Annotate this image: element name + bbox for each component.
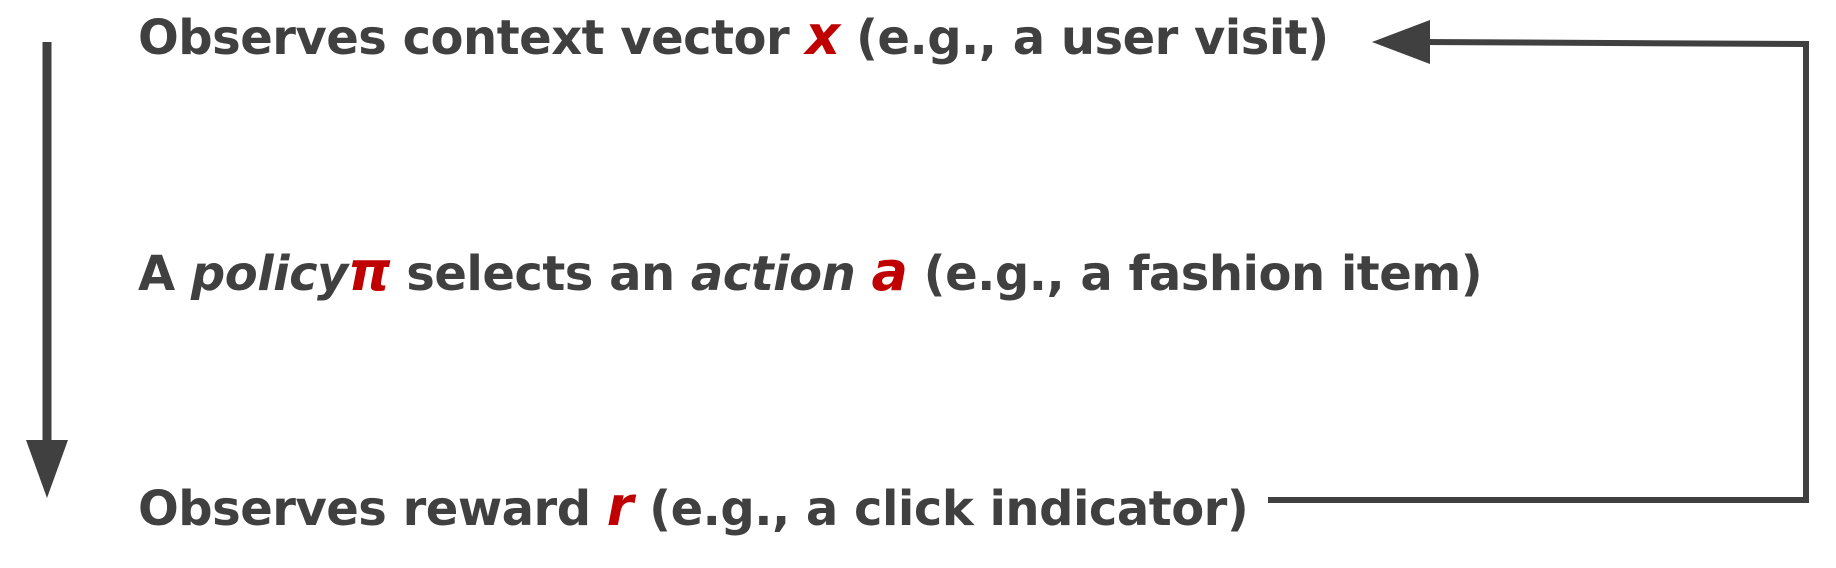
step-2-middle: selects an <box>390 246 691 302</box>
bandit-loop-diagram: Observes context vector x (e.g., a user … <box>0 0 1836 568</box>
step-select-action: A policyπ selects an action a (e.g., a f… <box>138 240 1483 304</box>
step-observe-reward: Observes reward r (e.g., a click indicat… <box>138 475 1249 539</box>
step-2-lead: A <box>138 246 191 302</box>
action-word: action <box>690 246 856 302</box>
down-arrow-head <box>26 440 68 498</box>
step-3-text: Observes reward <box>138 481 607 537</box>
action-symbol: a <box>871 240 908 303</box>
arrow-down-icon <box>26 42 68 498</box>
step-3-example: (e.g., a click indicator) <box>632 481 1249 537</box>
loop-back-arrow-head <box>1372 20 1430 64</box>
step-1-example: (e.g., a user visit) <box>839 10 1329 66</box>
step-1-text: Observes context vector <box>138 10 806 66</box>
step-2-example: (e.g., a fashion item) <box>907 246 1483 302</box>
step-observe-context: Observes context vector x (e.g., a user … <box>138 6 1329 68</box>
reward-symbol: r <box>606 475 634 538</box>
policy-symbol: π <box>347 240 391 303</box>
context-vector-symbol: x <box>805 4 840 67</box>
policy-word: policy <box>190 246 348 302</box>
